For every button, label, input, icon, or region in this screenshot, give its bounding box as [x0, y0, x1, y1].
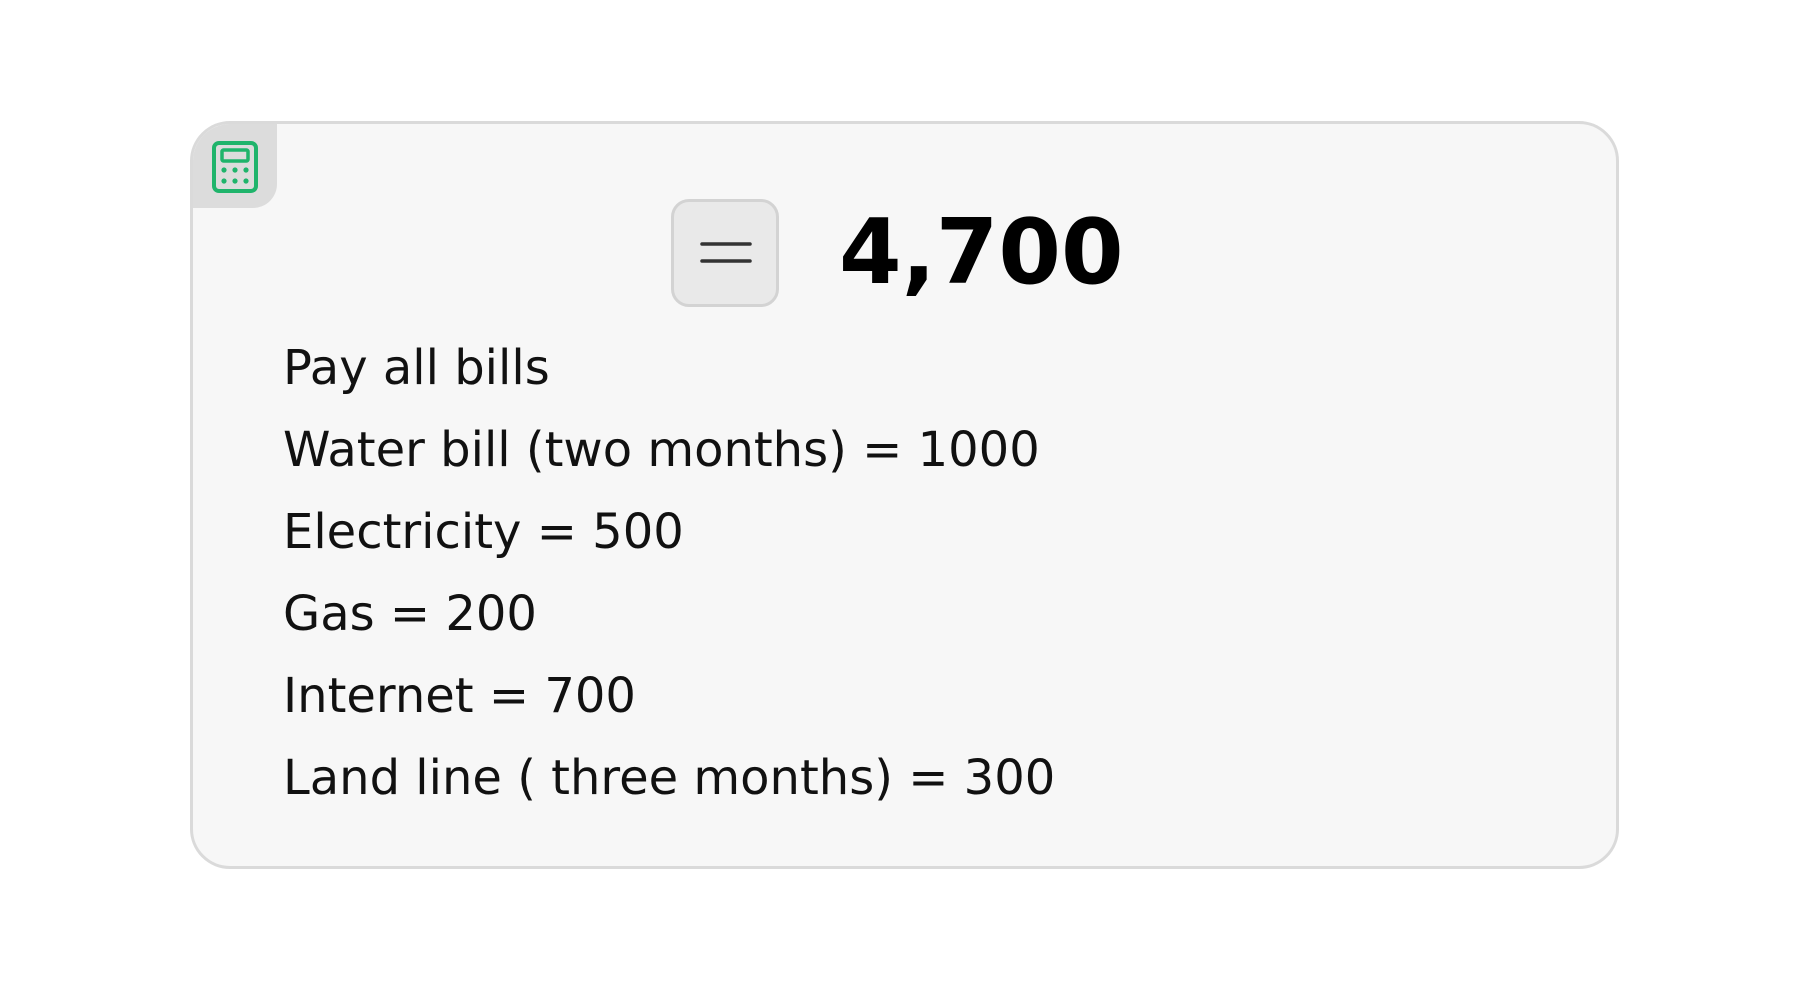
- note-line-electricity: Electricity = 500: [283, 504, 684, 560]
- note-line-gas: Gas = 200: [283, 586, 537, 642]
- note-line-title: Pay all bills: [283, 340, 550, 396]
- calculator-icon: [212, 141, 258, 193]
- result-value: 4,700: [839, 200, 1124, 305]
- note-line-internet: Internet = 700: [283, 668, 636, 724]
- note-line-landline: Land line ( three months) = 300: [283, 750, 1056, 806]
- note-lines: Pay all bills Water bill (two months) = …: [283, 327, 1055, 819]
- equals-icon: [700, 242, 752, 263]
- calculator-card: 4,700 Pay all bills Water bill (two mont…: [190, 121, 1619, 869]
- app-badge: [193, 124, 277, 208]
- note-line-water: Water bill (two months) = 1000: [283, 422, 1040, 478]
- equals-button[interactable]: [671, 199, 779, 307]
